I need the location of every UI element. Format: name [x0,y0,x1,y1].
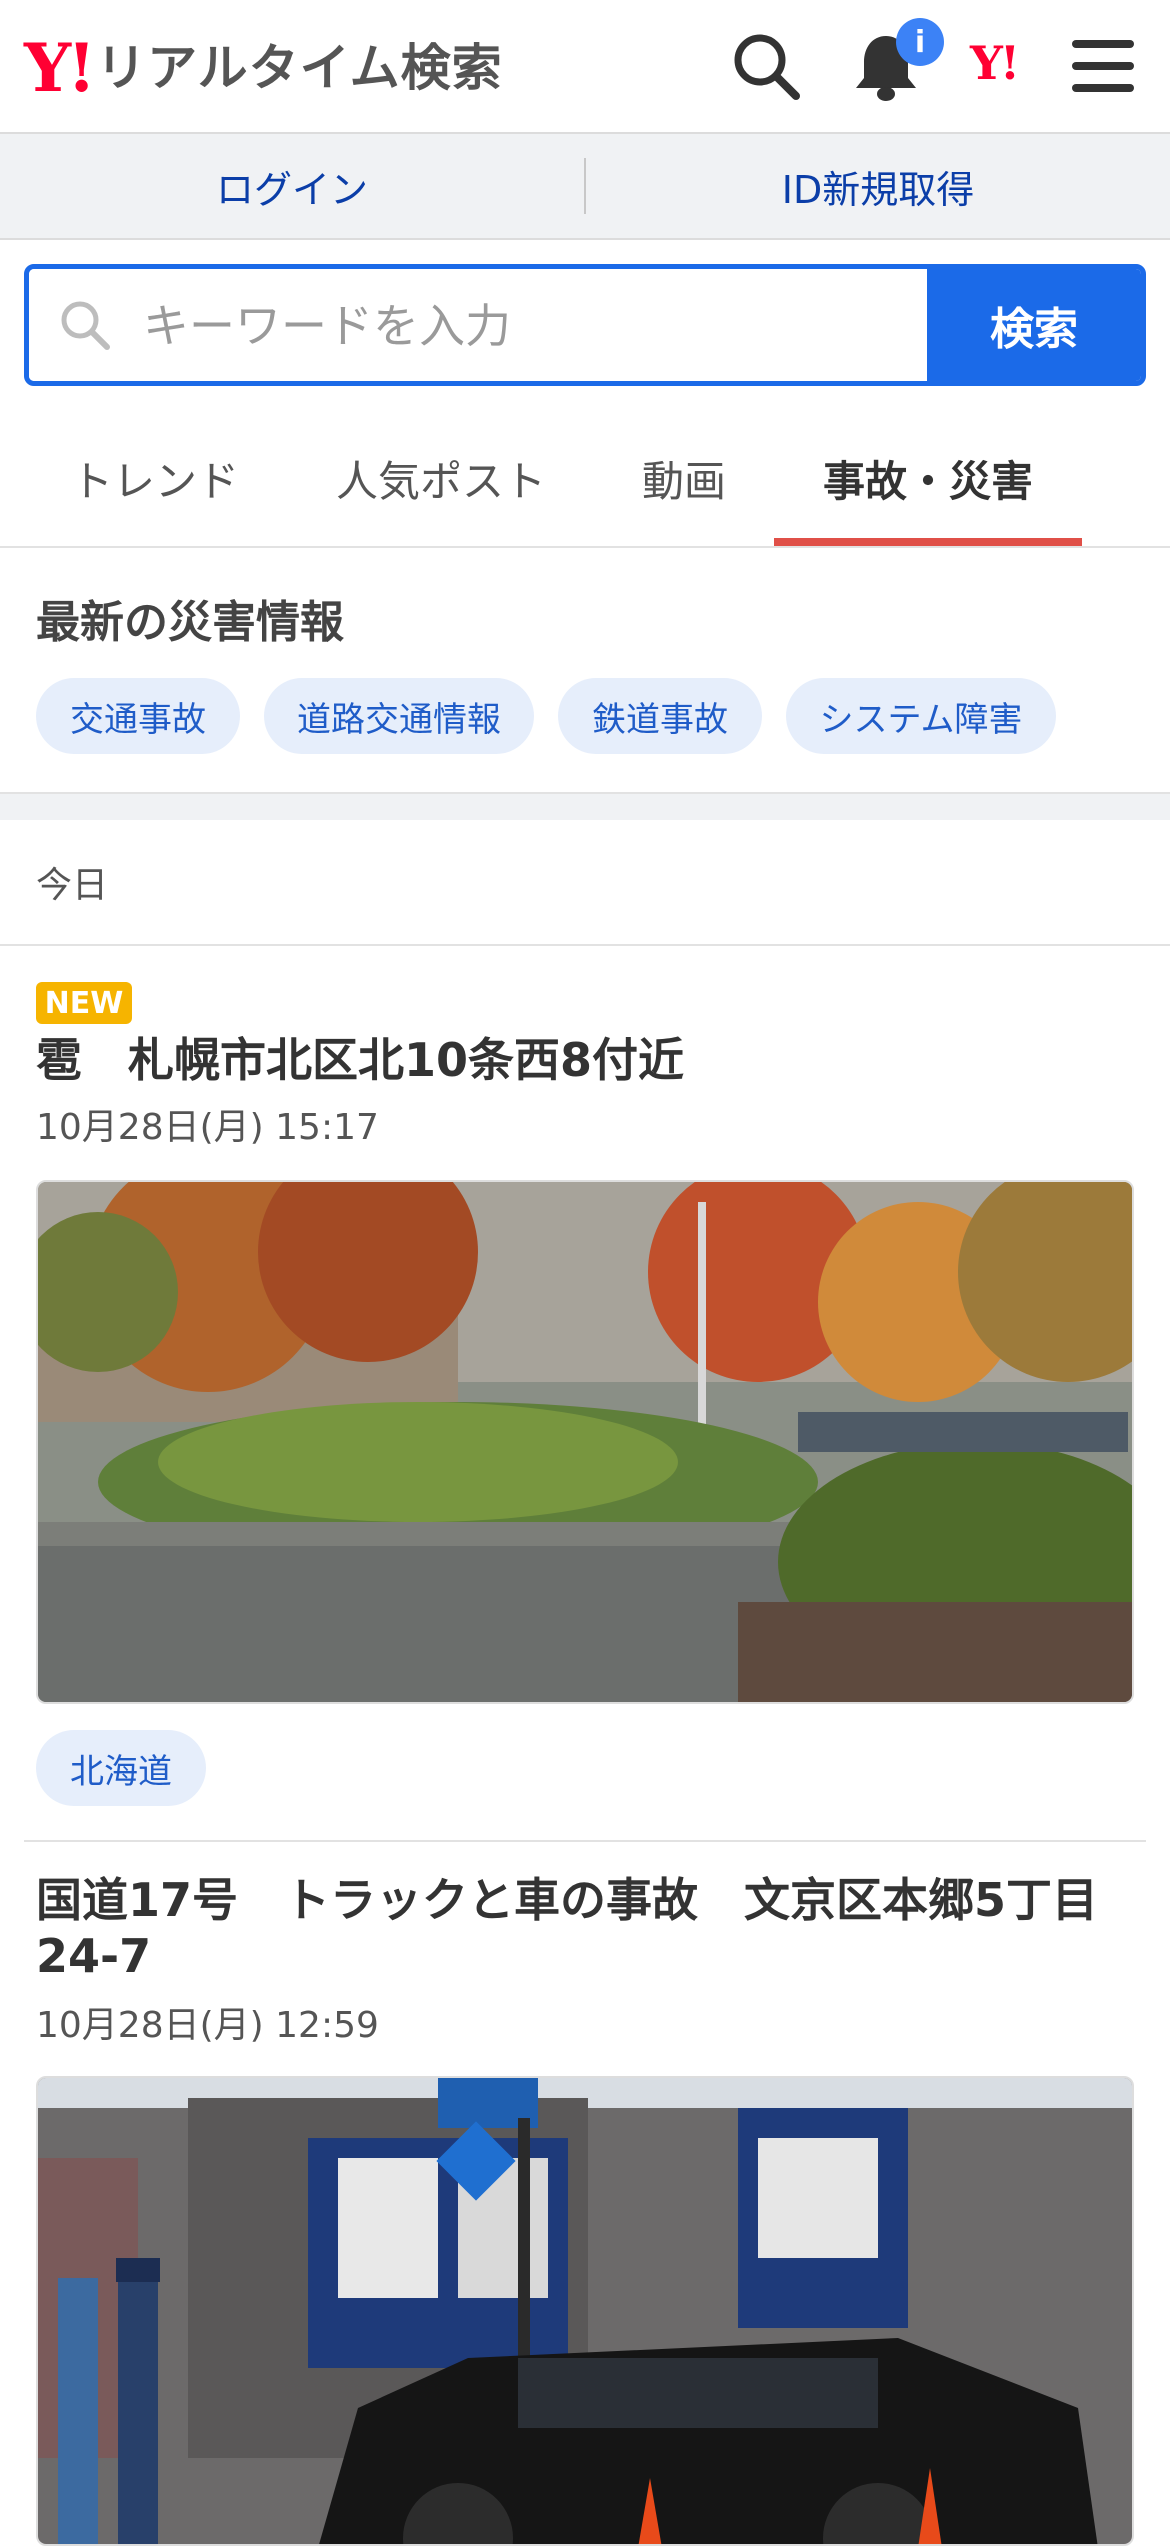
yahoo-mini-logo[interactable]: Y! [970,36,1020,90]
chip-system-failure[interactable]: システム障害 [786,678,1056,754]
tab-popular-posts[interactable]: 人気ポスト [316,410,566,546]
app-header: Y! リアルタイム検索 i Y! [0,0,1170,134]
search-input[interactable] [141,269,945,381]
yahoo-realtime-logo[interactable]: Y! リアルタイム検索 [24,28,503,108]
post-timestamp: 10月28日(月) 15:17 [36,1107,379,1148]
tab-accidents-disasters[interactable]: 事故・災害 [774,410,1082,546]
region-tag[interactable]: 北海道 [36,1730,206,1806]
tab-trend[interactable]: トレンド [40,410,270,546]
post-separator [24,1840,1146,1842]
register-link[interactable]: ID新規取得 [586,134,1170,238]
chip-railway-accident[interactable]: 鉄道事故 [558,678,762,754]
post-timestamp: 10月28日(月) 12:59 [36,2005,379,2046]
section-title: 最新の災害情報 [36,597,344,648]
search-box: 検索 [24,264,1146,386]
login-link[interactable]: ログイン [0,134,584,238]
post-title[interactable]: 雹 札幌市北区北10条西8付近 [36,1032,1136,1088]
search-field-icon [61,301,110,350]
hamburger-menu-icon[interactable] [1066,28,1142,104]
post-title[interactable]: 国道17号 トラックと車の事故 文京区本郷5丁目24-7 [36,1872,1136,1984]
chip-traffic-accident[interactable]: 交通事故 [36,678,240,754]
logo-title: リアルタイム検索 [96,39,503,97]
chip-road-traffic-info[interactable]: 道路交通情報 [264,678,534,754]
category-tabs: トレンド 人気ポスト 動画 事故・災害 [0,410,1170,548]
post-photo-accident-scene[interactable] [36,2076,1134,2546]
search-button[interactable]: 検索 [927,269,1141,381]
date-heading: 今日 [36,865,109,906]
search-icon[interactable] [728,28,804,104]
yahoo-logo-mark: Y! [24,29,96,107]
login-bar: ログイン ID新規取得 [0,134,1170,240]
tab-video[interactable]: 動画 [606,410,762,546]
post-photo-hail-scene[interactable] [36,1180,1134,1704]
divider [0,944,1170,946]
new-badge: NEW [36,982,132,1024]
photo-illustration [38,2078,1132,2544]
notification-badge: i [896,18,944,66]
search-field[interactable] [29,269,945,381]
photo-illustration [38,1182,1132,1702]
section-divider-band [0,792,1170,820]
